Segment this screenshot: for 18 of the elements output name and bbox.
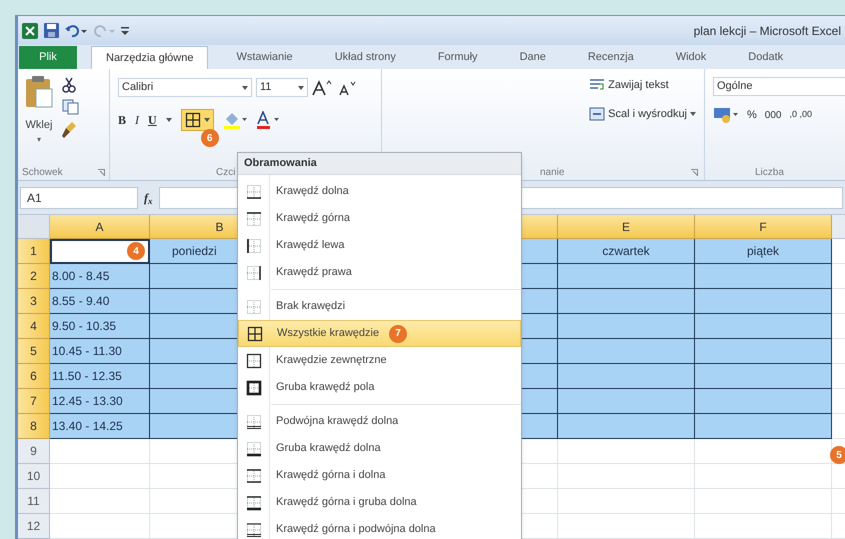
table-cell: piątek (695, 239, 832, 264)
group-label: Schowek (22, 166, 63, 180)
table-cell: 10.45 - 11.30 (50, 339, 150, 364)
table-cell: czwartek (558, 239, 695, 264)
table-cell: 8.55 - 9.40 (50, 289, 150, 314)
table-cell: 13.40 - 14.25 (50, 414, 150, 439)
table-cell: 12.45 - 13.30 (50, 389, 150, 414)
callout-badge: 4 (127, 242, 145, 260)
table-cell: 9.50 - 10.35 (50, 314, 150, 339)
window-title: plan lekcji – Microsoft Excel (694, 22, 841, 40)
menu-header: Obramowania (238, 153, 521, 175)
group-label: Czci (216, 166, 236, 180)
group-label: Liczba (755, 166, 784, 180)
callout-badge: 6 (200, 129, 219, 147)
table-cell: 11.50 - 12.35 (50, 364, 150, 389)
group-label: nanie (540, 166, 564, 180)
callout-badge: 7 (389, 324, 408, 342)
table-cell: 8.00 - 8.45 (50, 264, 150, 289)
